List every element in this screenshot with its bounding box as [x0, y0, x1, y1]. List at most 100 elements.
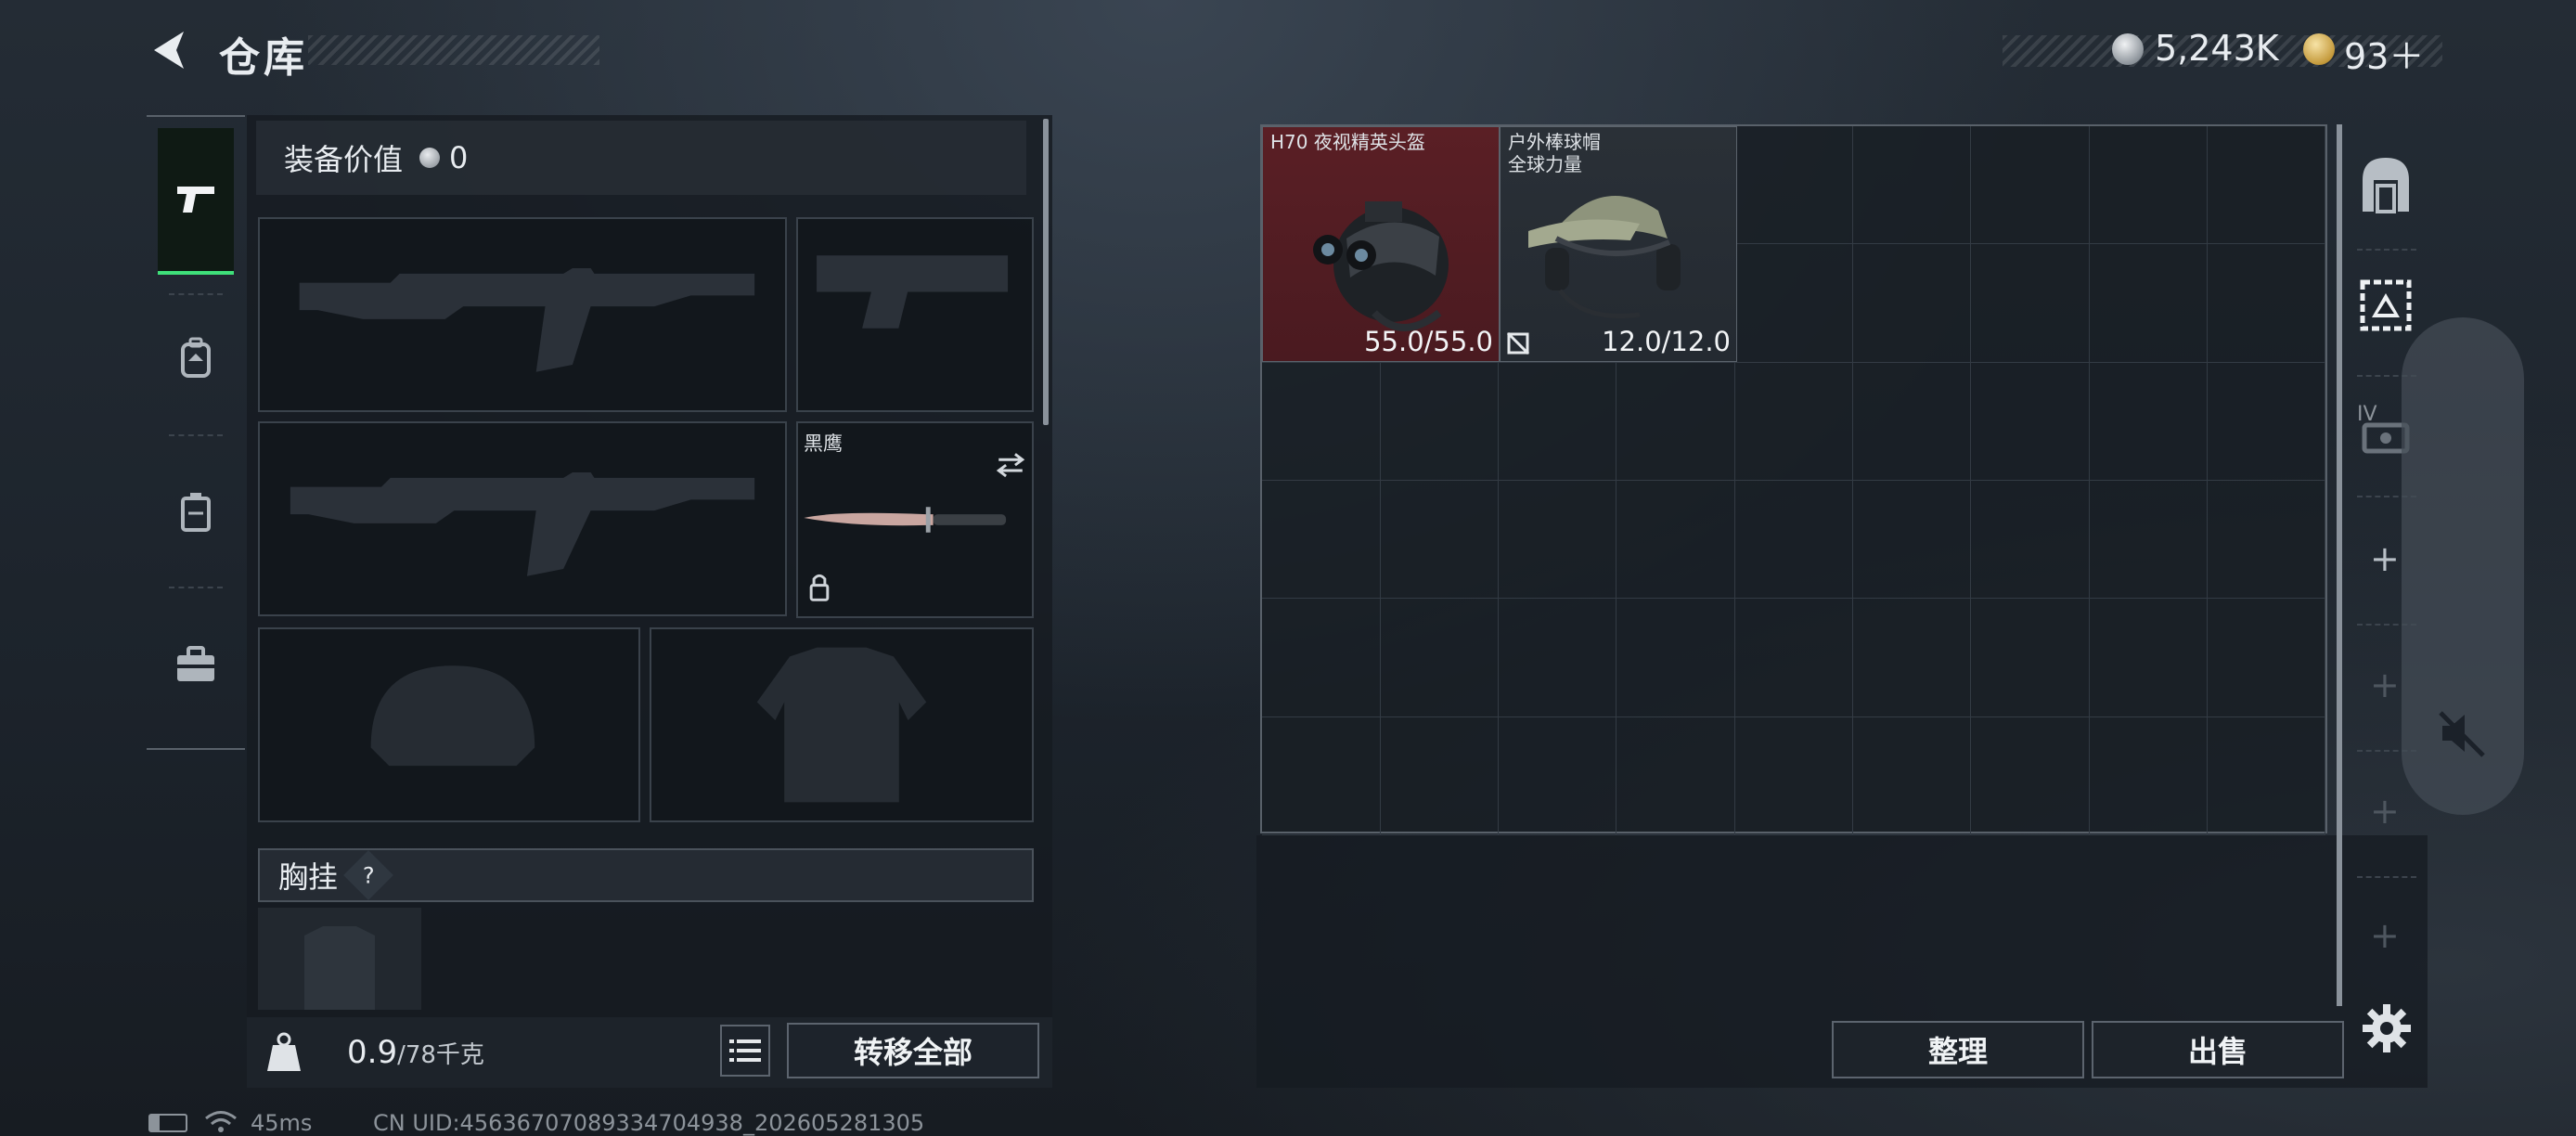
stash-cell[interactable] [1262, 362, 1381, 481]
stash-page-2[interactable] [2357, 273, 2415, 340]
stash-cell[interactable] [1734, 481, 1854, 600]
stash-item-cap[interactable]: 户外棒球帽 全球力量 12.0/12.0 [1500, 126, 1737, 362]
tab-toolbox[interactable] [158, 590, 234, 739]
stash-cell[interactable] [1852, 362, 1972, 481]
equipment-value: 0 [449, 140, 469, 175]
stash-cell[interactable] [1734, 362, 1854, 481]
stash-cell[interactable] [1971, 481, 2090, 600]
user-uid: CN UID:4563670708933470493​8_20260528130… [373, 1110, 925, 1136]
stash-cell[interactable] [1262, 481, 1381, 600]
add-page-button[interactable]: + [2370, 538, 2400, 579]
stash-cell[interactable] [1734, 126, 1854, 245]
stash-cell[interactable] [1971, 126, 2090, 245]
equipment-value-label: 装备价值 [284, 142, 404, 177]
stash-cell[interactable] [1616, 599, 1735, 717]
stash-cell[interactable] [1734, 244, 1854, 363]
mute-icon[interactable] [2435, 705, 2491, 761]
stash-cell[interactable] [1852, 599, 1972, 717]
stash-cell[interactable] [2089, 481, 2209, 600]
silver-currency-value[interactable]: 5,243K [2155, 28, 2279, 69]
stash-cell[interactable] [1852, 244, 1972, 363]
stash-cell[interactable] [2089, 716, 2209, 835]
primary-weapon-slot[interactable] [258, 217, 787, 412]
melee-slot[interactable]: 黑鹰 [796, 421, 1034, 618]
stash-cell[interactable] [1380, 599, 1500, 717]
stash-cell[interactable] [2207, 362, 2326, 481]
stash-cell[interactable] [1616, 716, 1735, 835]
armor-slot[interactable] [650, 627, 1034, 822]
wifi-icon [205, 1111, 237, 1132]
gold-coin-icon [2303, 33, 2335, 65]
weight-current: 0.9 [347, 1034, 398, 1071]
helmet-slot[interactable] [258, 627, 640, 822]
stash-cell[interactable] [1734, 599, 1854, 717]
page-title: 仓库 [219, 34, 308, 82]
list-view-button[interactable] [720, 1025, 770, 1077]
stash-page-1[interactable] [2357, 152, 2415, 219]
stash-cell[interactable] [2207, 599, 2326, 717]
stash-cell[interactable] [1852, 716, 1972, 835]
settings-button[interactable] [2361, 1002, 2413, 1054]
stash-cell[interactable] [2207, 481, 2326, 600]
stash-cell[interactable] [2207, 126, 2326, 245]
stash-cell[interactable] [2207, 716, 2326, 835]
ping-readout: 45ms [251, 1110, 313, 1136]
gold-currency-value[interactable]: 93＋ [2344, 28, 2424, 79]
sell-button[interactable]: 出售 [2092, 1021, 2344, 1078]
secondary-weapon-slot[interactable] [258, 421, 787, 616]
weight-capacity: /78千克 [397, 1041, 484, 1069]
stash-cell[interactable] [2089, 244, 2209, 363]
equipment-value-header: 装备价值 0 [256, 121, 1026, 195]
value-coin-icon [419, 148, 441, 168]
tab-container[interactable] [158, 438, 234, 587]
chest-rig-slot[interactable] [258, 908, 421, 1010]
item-durability: 12.0/12.0 [1602, 326, 1731, 357]
stash-cell[interactable] [1262, 599, 1381, 717]
item-durability: 55.0/55.0 [1364, 326, 1493, 357]
stash-cell[interactable] [1380, 481, 1500, 600]
toolbox-icon [177, 646, 214, 681]
equipment-scrollbar[interactable] [1043, 119, 1049, 425]
roman-numeral-label: IV [2357, 403, 2377, 426]
silver-coin-icon [2112, 33, 2144, 65]
stash-cell[interactable] [1498, 716, 1617, 835]
helmet-silhouette-icon [370, 665, 535, 767]
stash-cell[interactable] [1498, 362, 1617, 481]
floating-control-panel[interactable] [2402, 317, 2524, 815]
weight-icon [264, 1032, 304, 1073]
vault-icon [2363, 158, 2409, 213]
stash-cell[interactable] [1734, 716, 1854, 835]
sort-button[interactable]: 整理 [1832, 1021, 2084, 1078]
weight-bar: 0.9/78千克 转移全部 [247, 1017, 1052, 1088]
stash-cell[interactable] [1616, 481, 1735, 600]
stash-cell[interactable] [1380, 716, 1500, 835]
transfer-all-button[interactable]: 转移全部 [787, 1023, 1039, 1078]
knife-icon [804, 453, 1025, 601]
tab-weapons[interactable] [158, 128, 234, 275]
stash-cell[interactable] [1852, 126, 1972, 245]
stash-cell[interactable] [1971, 599, 2090, 717]
stash-cell[interactable] [1498, 599, 1617, 717]
not-tradable-icon [1506, 331, 1530, 355]
pistol-slot[interactable] [796, 217, 1034, 412]
stash-cell[interactable] [1852, 481, 1972, 600]
chest-rig-help-button[interactable]: ? [343, 850, 393, 900]
back-button[interactable] [147, 26, 195, 74]
stash-cell[interactable] [1262, 716, 1381, 835]
stash-cell[interactable] [1380, 362, 1500, 481]
stash-item-helmet[interactable]: H70 夜视精英头盔 55.0/55.0 [1262, 126, 1500, 362]
help-icon: ? [362, 862, 375, 888]
weight-readout: 0.9/78千克 [347, 1034, 484, 1071]
stash-cell[interactable] [2207, 244, 2326, 363]
stash-cell[interactable] [2089, 126, 2209, 245]
stash-grid[interactable]: H70 夜视精英头盔 55.0/55.0 户外棒球帽 全球力量 12.0/12.0 [1260, 124, 2327, 835]
stash-cell[interactable] [2089, 599, 2209, 717]
stash-cell[interactable] [1616, 362, 1735, 481]
stash-cell[interactable] [1971, 362, 2090, 481]
stash-cell[interactable] [1498, 481, 1617, 600]
stash-cell[interactable] [2089, 362, 2209, 481]
stash-cell[interactable] [1971, 716, 2090, 835]
tab-backpack[interactable] [158, 284, 234, 432]
stash-cell[interactable] [1971, 244, 2090, 363]
stash-scrollbar[interactable] [2337, 124, 2342, 1006]
